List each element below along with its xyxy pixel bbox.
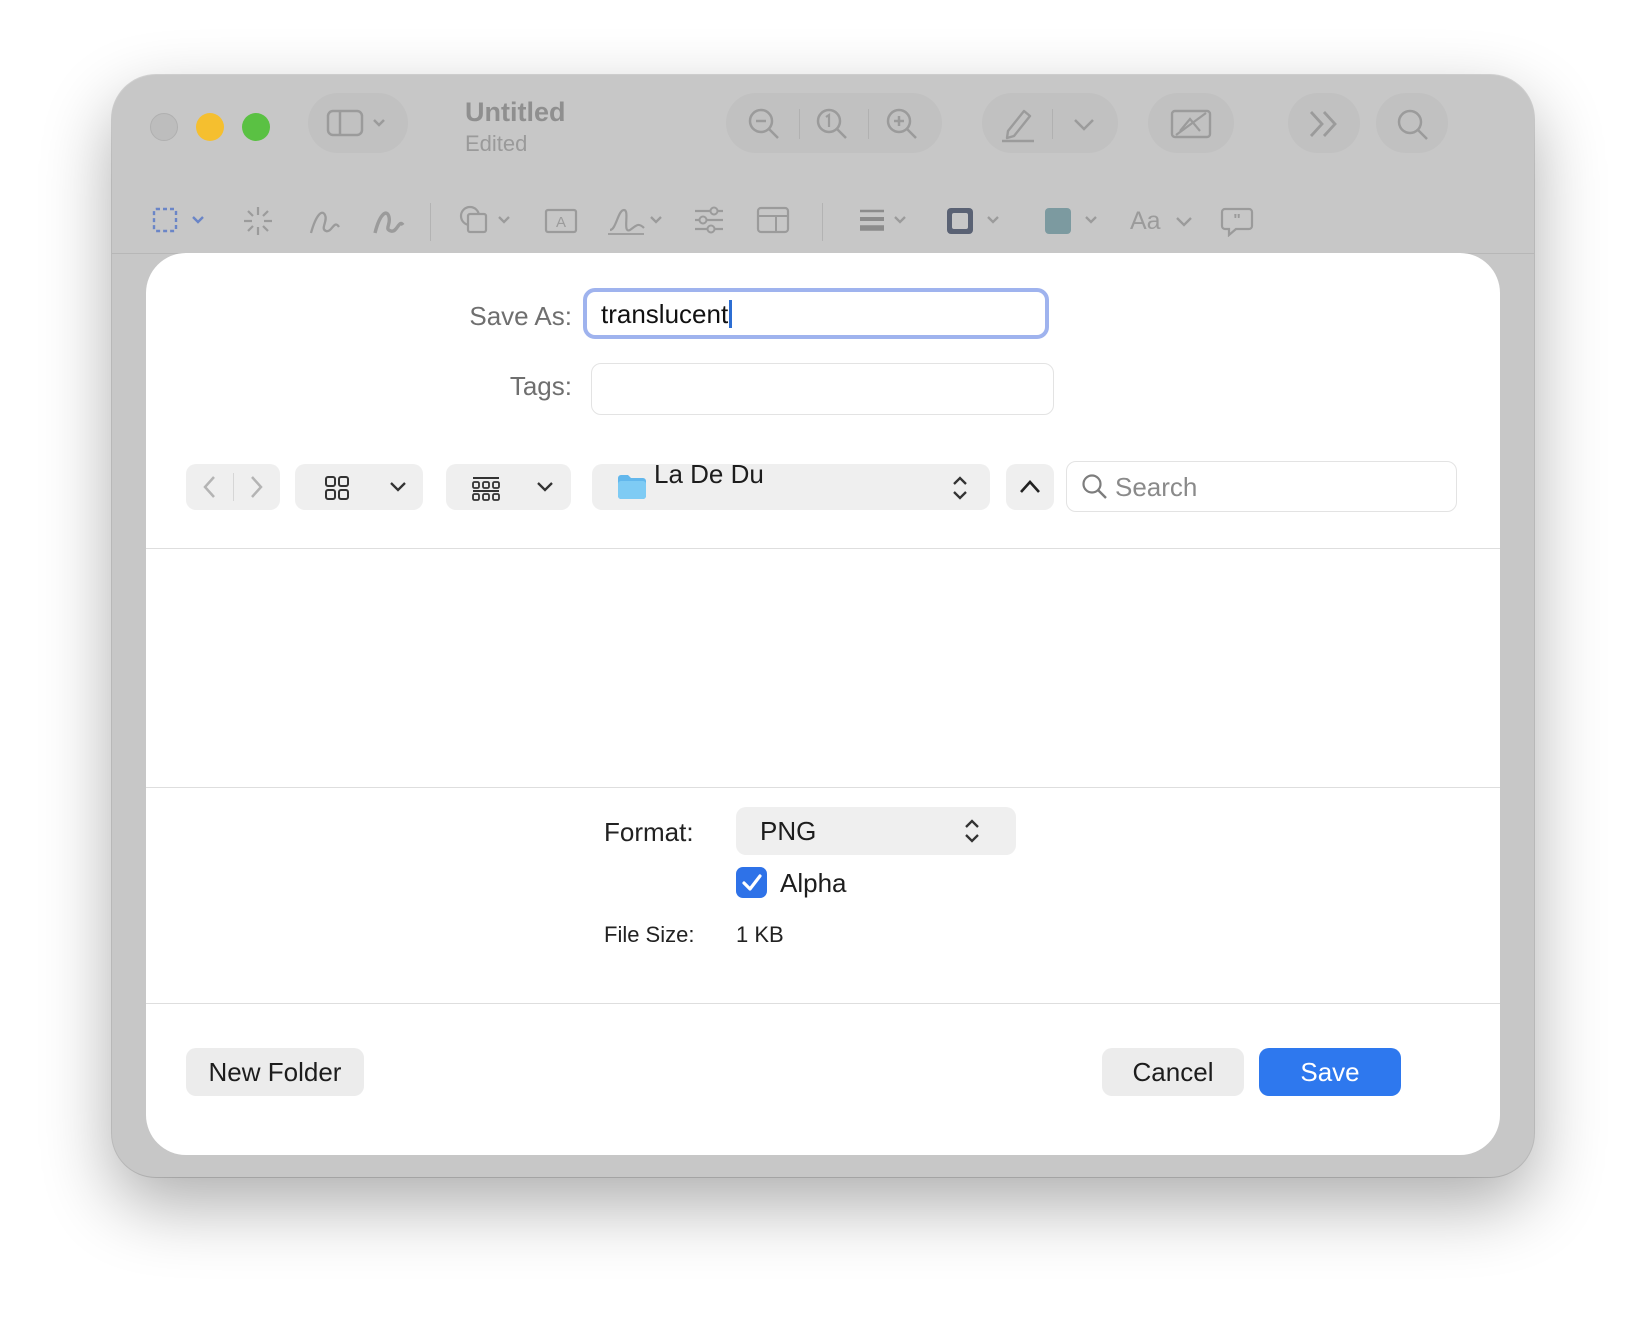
divider <box>146 1003 1500 1004</box>
location-label: La De Du <box>654 459 764 489</box>
file-size-label: File Size: <box>604 922 695 947</box>
divider <box>146 787 1500 788</box>
back-forward-control <box>186 464 280 510</box>
close-window-button[interactable] <box>150 113 178 141</box>
group-by-button[interactable] <box>446 464 571 510</box>
view-mode-button[interactable] <box>295 464 423 510</box>
chevron-down-icon <box>390 482 406 492</box>
file-browser-area[interactable] <box>146 549 1500 787</box>
zoom-window-button[interactable] <box>242 113 270 141</box>
group-view-icon <box>472 477 500 501</box>
collapse-button[interactable] <box>1006 464 1054 510</box>
shapes-icon[interactable] <box>458 204 516 238</box>
new-folder-button[interactable]: New Folder <box>186 1048 364 1096</box>
text-caret <box>729 300 733 328</box>
format-popup[interactable]: PNG <box>736 807 1016 855</box>
adjust-color-icon[interactable] <box>692 205 726 235</box>
window-title: Untitled <box>465 97 566 127</box>
format-value: PNG <box>760 816 817 846</box>
chevron-down-icon[interactable] <box>1072 117 1096 133</box>
annotate-icon[interactable]: " <box>1220 205 1254 237</box>
tags-field[interactable] <box>591 363 1054 415</box>
instant-alpha-icon[interactable] <box>242 205 274 237</box>
checkmark-icon <box>742 874 762 891</box>
save-dialog: Save As: translucent Tags: La De Du Sear… <box>146 253 1500 1155</box>
sidebar-icon <box>326 109 385 137</box>
folder-icon <box>618 475 646 499</box>
more-tools-button[interactable] <box>1288 93 1360 153</box>
chevron-up-icon <box>1020 480 1040 493</box>
rotate-image-button[interactable] <box>1148 93 1234 153</box>
more-icon <box>1309 111 1337 137</box>
format-label: Format: <box>604 817 694 847</box>
alpha-label: Alpha <box>780 868 847 898</box>
markup-toolbar: A Aa " <box>112 173 1534 254</box>
draw-icon[interactable] <box>372 205 406 237</box>
svg-text:A: A <box>556 214 566 231</box>
minimize-window-button[interactable] <box>196 113 224 141</box>
cancel-button[interactable]: Cancel <box>1102 1048 1244 1096</box>
chevron-right-icon[interactable] <box>244 474 268 500</box>
text-box-icon[interactable]: A <box>544 206 578 236</box>
up-down-chevron-icon <box>953 476 967 500</box>
search-icon <box>1397 109 1428 140</box>
grid-view-icon <box>325 476 349 500</box>
alpha-checkbox[interactable] <box>736 867 767 898</box>
zoom-out-icon[interactable] <box>746 106 782 142</box>
tags-label: Tags: <box>509 371 572 401</box>
preview-window: Untitled Edited A Aa " Save As: transluc… <box>112 75 1534 1177</box>
rotate-image-icon <box>1170 109 1212 139</box>
text-style-label: Aa <box>1130 207 1161 235</box>
adjust-size-icon[interactable] <box>756 205 790 235</box>
sidebar-toggle-button[interactable] <box>308 93 408 153</box>
actual-size-icon[interactable] <box>814 106 850 142</box>
markup-pen-icon[interactable] <box>998 105 1038 143</box>
save-button[interactable]: Save <box>1259 1048 1401 1096</box>
chevron-down-icon <box>537 482 553 492</box>
up-down-chevron-icon <box>965 819 979 843</box>
markup-controls <box>982 93 1118 153</box>
search-icon <box>1082 474 1107 499</box>
svg-text:": " <box>1233 212 1241 229</box>
signature-icon[interactable] <box>606 204 668 238</box>
search-field[interactable]: Search <box>1066 461 1457 512</box>
save-as-label: Save As: <box>469 301 572 331</box>
chevron-down-icon <box>1176 217 1192 227</box>
zoom-controls <box>726 93 942 153</box>
search-placeholder: Search <box>1115 472 1198 502</box>
line-style-icon[interactable] <box>858 206 914 236</box>
file-size-value: 1 KB <box>736 922 784 947</box>
selection-icon[interactable] <box>152 206 212 236</box>
fill-color-icon[interactable] <box>1042 205 1104 237</box>
border-color-icon[interactable] <box>944 205 1006 237</box>
zoom-in-icon[interactable] <box>884 106 920 142</box>
text-style-button[interactable]: Aa <box>1130 207 1196 239</box>
window-subtitle: Edited <box>465 131 528 156</box>
save-as-value: translucent <box>601 299 729 329</box>
sketch-icon[interactable] <box>308 205 342 237</box>
chevron-left-icon[interactable] <box>198 474 222 500</box>
save-as-field[interactable]: translucent <box>583 288 1049 339</box>
title-bar: Untitled Edited <box>112 75 1534 173</box>
window-search-button[interactable] <box>1376 93 1448 153</box>
location-popup[interactable] <box>592 464 990 510</box>
